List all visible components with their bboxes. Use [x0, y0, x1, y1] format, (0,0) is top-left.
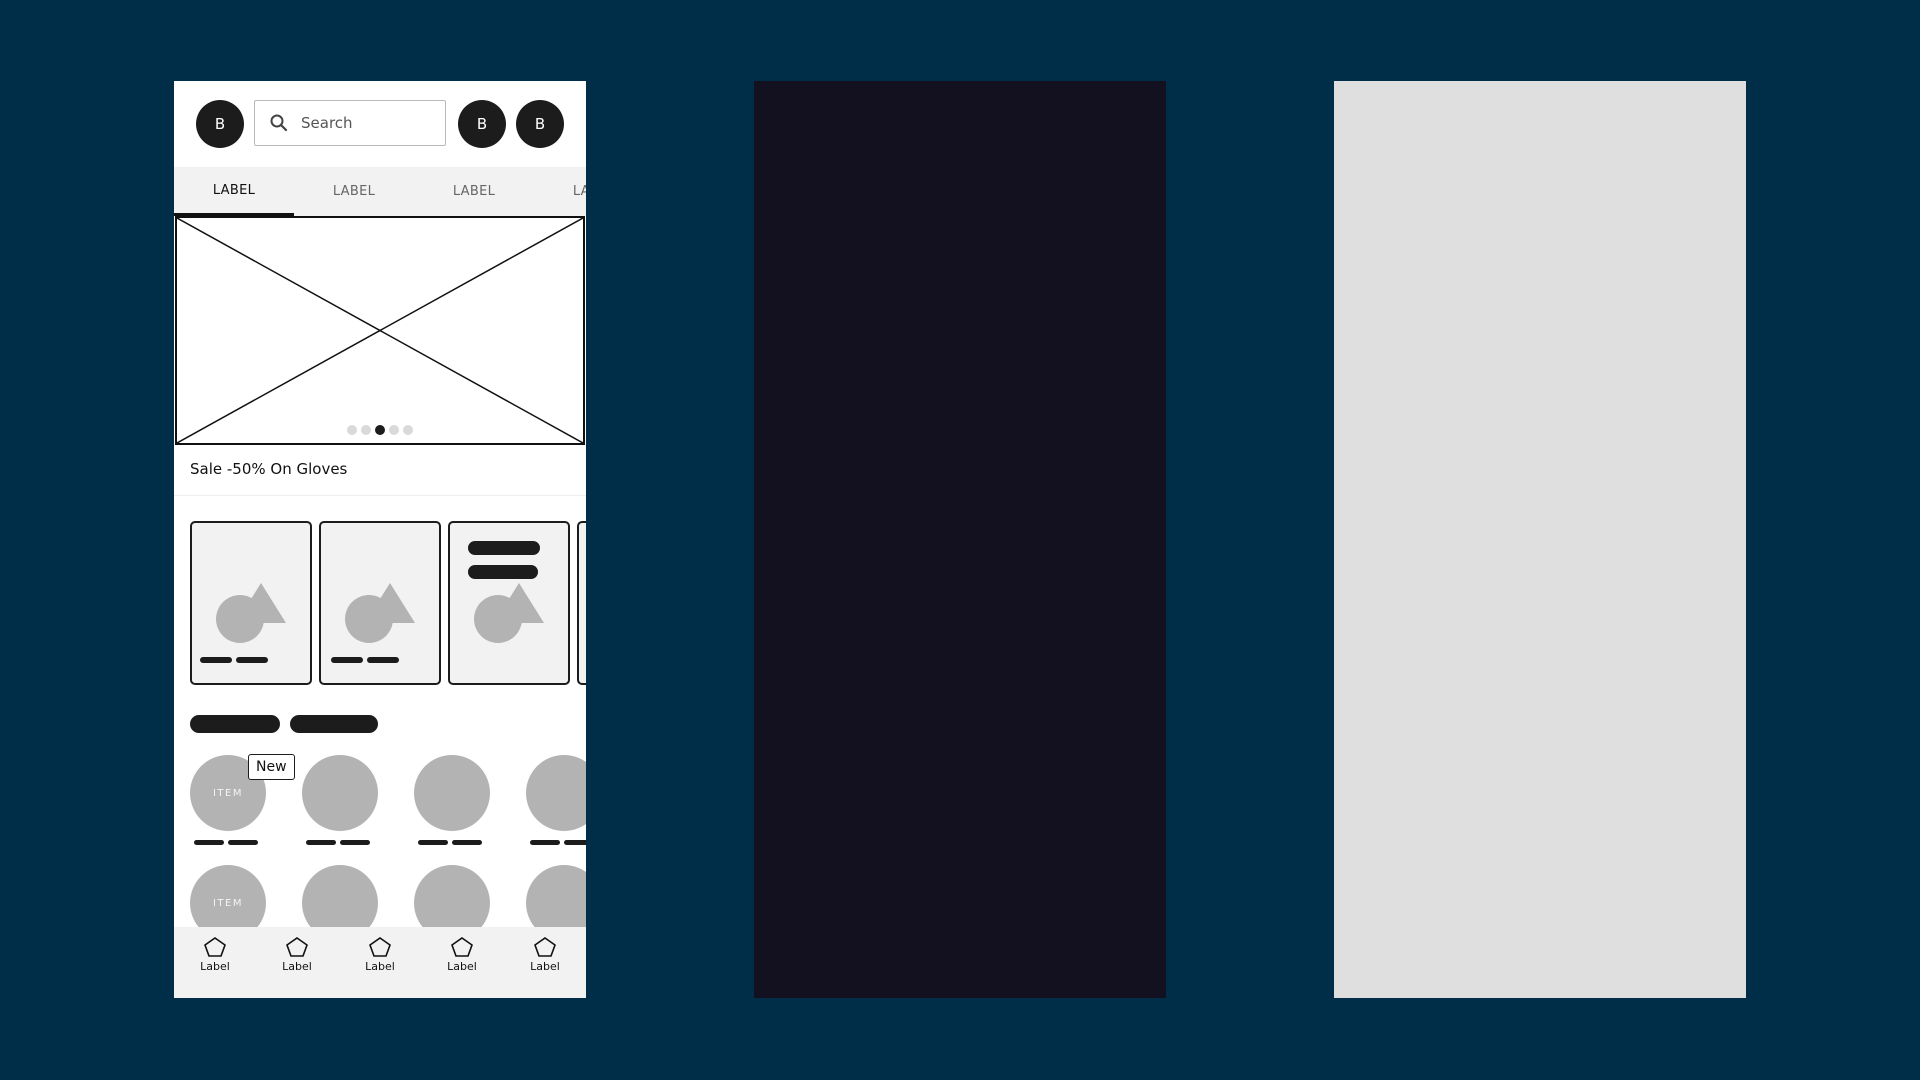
- nav-item-4[interactable]: Label: [432, 937, 492, 973]
- carousel-dot-active[interactable]: [375, 425, 385, 435]
- product-card[interactable]: [190, 521, 312, 685]
- carousel-dot[interactable]: [361, 425, 371, 435]
- pentagon-icon: [451, 937, 473, 957]
- item-label: ITEM: [212, 897, 243, 909]
- carousel-dot[interactable]: [389, 425, 399, 435]
- nav-label: Label: [365, 960, 395, 973]
- text-placeholder: [306, 840, 336, 845]
- avatar-button-right-2[interactable]: B: [516, 100, 564, 148]
- item-circle[interactable]: [302, 755, 378, 831]
- tab-3[interactable]: LABEL: [414, 167, 534, 216]
- nav-item-2[interactable]: Label: [267, 937, 327, 973]
- nav-item-3[interactable]: Label: [350, 937, 410, 973]
- pentagon-icon: [286, 937, 308, 957]
- tab-4[interactable]: LABEL: [534, 167, 586, 216]
- section-heading-placeholder: [290, 715, 378, 733]
- nav-label: Label: [530, 960, 560, 973]
- image-icon: [216, 583, 286, 643]
- carousel-dots: [177, 425, 583, 435]
- item-circle[interactable]: [526, 755, 586, 831]
- nav-item-1[interactable]: Label: [185, 937, 245, 973]
- pentagon-icon: [534, 937, 556, 957]
- avatar-button-left[interactable]: B: [196, 100, 244, 148]
- tab-1[interactable]: LABEL: [174, 167, 294, 216]
- image-icon: [474, 583, 544, 643]
- mobile-screen-wireframe: B B B LABEL LABEL LABEL LABEL Sal: [174, 81, 586, 998]
- dark-artboard: [754, 81, 1166, 998]
- tab-2[interactable]: LABEL: [294, 167, 414, 216]
- product-card[interactable]: [448, 521, 570, 685]
- top-bar: B B B: [174, 81, 586, 167]
- new-badge: New: [248, 754, 295, 780]
- item-circle[interactable]: [414, 755, 490, 831]
- image-placeholder-icon: [177, 218, 583, 443]
- tab-bar: LABEL LABEL LABEL LABEL: [174, 167, 586, 216]
- text-placeholder: [468, 541, 540, 555]
- bottom-navigation: Label Label Label Label Label: [174, 927, 586, 998]
- text-placeholder: [468, 565, 538, 579]
- image-icon: [345, 583, 415, 643]
- nav-label: Label: [282, 960, 312, 973]
- hero-carousel[interactable]: [175, 216, 585, 445]
- sale-text: Sale -50% On Gloves: [190, 460, 348, 478]
- text-placeholder: [340, 840, 370, 845]
- nav-label: Label: [447, 960, 477, 973]
- item-label: ITEM: [212, 787, 243, 799]
- avatar-button-right-1[interactable]: B: [458, 100, 506, 148]
- text-placeholder: [418, 840, 448, 845]
- text-placeholder: [452, 840, 482, 845]
- section-heading-placeholder: [190, 715, 280, 733]
- text-placeholder: [228, 840, 258, 845]
- text-placeholder: [331, 657, 363, 663]
- light-artboard: [1334, 81, 1746, 998]
- carousel-dot[interactable]: [403, 425, 413, 435]
- text-placeholder: [564, 840, 586, 845]
- pentagon-icon: [204, 937, 226, 957]
- search-input[interactable]: [299, 113, 433, 133]
- text-placeholder: [194, 840, 224, 845]
- text-placeholder: [236, 657, 268, 663]
- nav-item-5[interactable]: Label: [515, 937, 575, 973]
- sale-banner[interactable]: Sale -50% On Gloves: [174, 445, 586, 496]
- search-bar[interactable]: [254, 100, 446, 146]
- nav-label: Label: [200, 960, 230, 973]
- search-icon: [270, 114, 288, 132]
- text-placeholder: [367, 657, 399, 663]
- carousel-dot[interactable]: [347, 425, 357, 435]
- text-placeholder: [530, 840, 560, 845]
- text-placeholder: [200, 657, 232, 663]
- product-card-partial[interactable]: [577, 521, 586, 685]
- product-card[interactable]: [319, 521, 441, 685]
- pentagon-icon: [369, 937, 391, 957]
